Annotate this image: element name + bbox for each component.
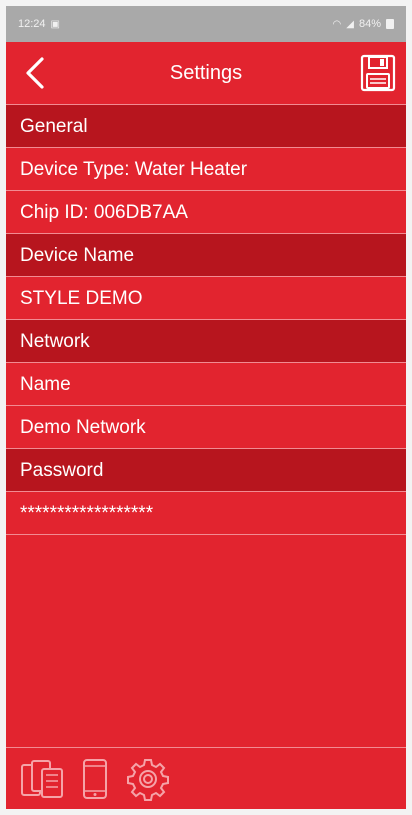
status-bar-right: ◠ ◢ 84% xyxy=(333,18,394,30)
app-header: Settings xyxy=(6,42,406,104)
section-header-password: Password xyxy=(6,449,406,492)
phone-icon[interactable] xyxy=(80,757,110,801)
status-bar: 12:24 ▣ ◠ ◢ 84% xyxy=(6,6,406,42)
device-type-row: Device Type: Water Heater xyxy=(6,148,406,191)
wifi-icon: ◠ xyxy=(332,18,342,30)
devices-icon[interactable] xyxy=(20,757,64,801)
chip-id-row: Chip ID: 006DB7AA xyxy=(6,191,406,234)
settings-list: General Device Type: Water Heater Chip I… xyxy=(6,104,406,535)
network-name-field[interactable]: Demo Network xyxy=(6,406,406,449)
page-title: Settings xyxy=(169,61,243,84)
section-header-general: General xyxy=(6,105,406,148)
network-name-label: Name xyxy=(6,363,406,406)
signal-icon: ◢ xyxy=(346,18,354,30)
app-screen: 12:24 ▣ ◠ ◢ 84% Settings General Device … xyxy=(6,6,406,809)
save-button[interactable] xyxy=(360,54,396,92)
back-button[interactable] xyxy=(20,56,50,90)
battery-level: 84% xyxy=(358,18,381,30)
bottom-nav-bar xyxy=(6,747,406,809)
battery-icon xyxy=(386,19,394,29)
image-notification-icon: ▣ xyxy=(50,18,60,30)
section-header-device-name: Device Name xyxy=(6,234,406,277)
gear-icon[interactable] xyxy=(126,757,170,801)
section-header-network: Network xyxy=(6,320,406,363)
status-time: 12:24 xyxy=(18,18,46,30)
chevron-left-icon xyxy=(26,57,44,89)
device-name-field[interactable]: STYLE DEMO xyxy=(6,277,406,320)
status-bar-left: 12:24 ▣ xyxy=(18,18,60,30)
password-field[interactable]: ****************** xyxy=(6,492,406,535)
floppy-disk-icon xyxy=(360,54,396,92)
